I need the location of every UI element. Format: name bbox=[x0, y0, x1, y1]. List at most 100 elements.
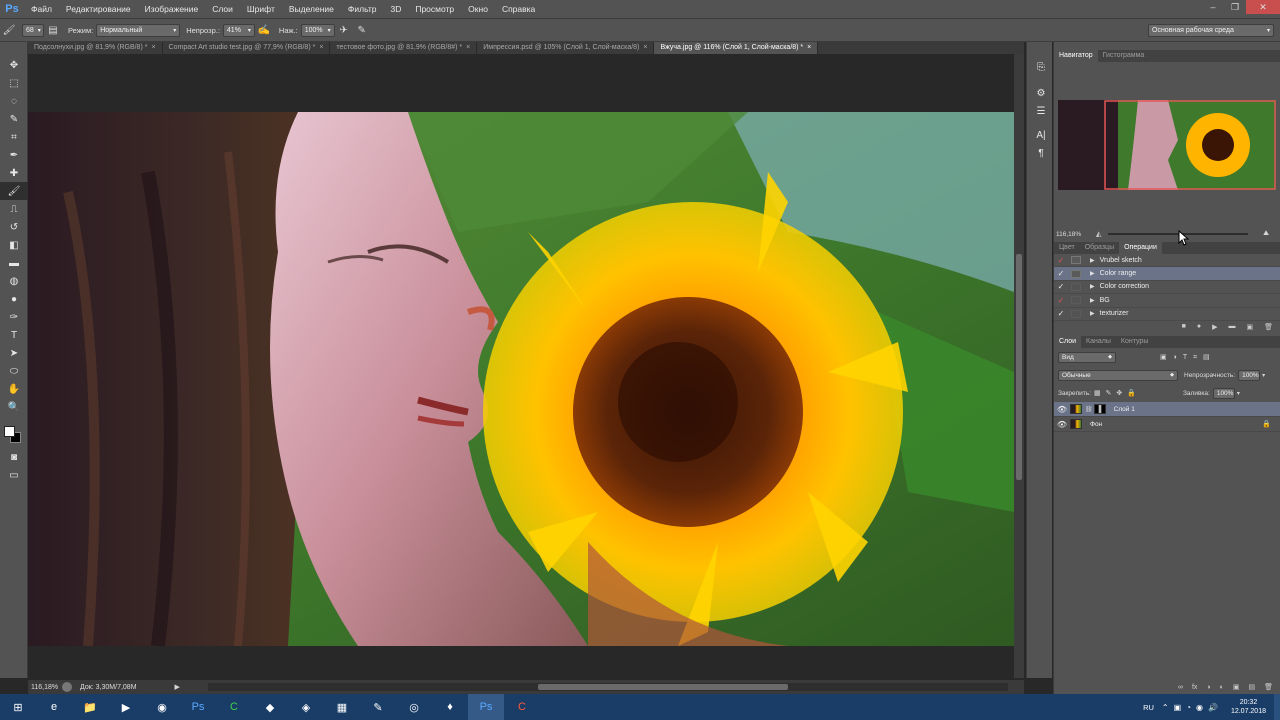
opacity-dropdown-icon[interactable]: ▾ bbox=[1262, 372, 1265, 379]
menu-filter[interactable]: Фильтр bbox=[341, 0, 384, 18]
layer-row[interactable]: 👁 ⛓ Слой 1 bbox=[1054, 402, 1280, 417]
layers-footer-icon[interactable]: ▣ bbox=[1233, 683, 1240, 691]
taskbar-photoshop-icon[interactable]: Ps bbox=[180, 694, 216, 720]
document-tab[interactable]: тестовое фото.jpg @ 81,9% (RGB/8#) * × bbox=[330, 42, 478, 54]
canvas-area[interactable] bbox=[28, 54, 1024, 678]
menu-file[interactable]: Файл bbox=[24, 0, 59, 18]
action-set-row[interactable]: ✓ ▶ Color range bbox=[1054, 267, 1280, 281]
vertical-scrollbar[interactable] bbox=[1014, 54, 1024, 678]
taskbar-media-player-icon[interactable]: ▶ bbox=[108, 694, 144, 720]
tab-paths[interactable]: Контуры bbox=[1116, 336, 1153, 348]
pen-tool-icon[interactable]: ✑ bbox=[0, 308, 28, 326]
expand-triangle-icon[interactable]: ▶ bbox=[1090, 297, 1095, 304]
clock[interactable]: 20:32 12.07.2018 bbox=[1231, 698, 1266, 716]
dodge-tool-icon[interactable]: ● bbox=[0, 290, 28, 308]
brush-size-picker[interactable]: 68 ▾ bbox=[22, 23, 44, 37]
visibility-eye-icon[interactable]: 👁 bbox=[1054, 420, 1070, 429]
zoom-level[interactable]: 116,18% bbox=[28, 684, 62, 691]
layers-footer-icon[interactable]: 🗑 bbox=[1264, 683, 1273, 691]
status-info-icon[interactable] bbox=[62, 682, 72, 692]
dialog-toggle-icon[interactable] bbox=[1071, 282, 1081, 291]
navigator-zoom-value[interactable]: 116,18% bbox=[1056, 231, 1090, 238]
brush-panel-icon[interactable]: ▤ bbox=[44, 21, 62, 39]
actions-footer-icon[interactable]: ▣ bbox=[1246, 323, 1253, 331]
eyedropper-tool-icon[interactable]: ✒ bbox=[0, 146, 28, 164]
mode-select[interactable]: Нормальный ▾ bbox=[96, 23, 181, 37]
dialog-toggle-icon[interactable] bbox=[1071, 269, 1081, 278]
taskbar-app-15-icon[interactable]: C bbox=[504, 694, 540, 720]
blur-tool-icon[interactable]: ◍ bbox=[0, 272, 28, 290]
lasso-tool-icon[interactable]: ◌ bbox=[0, 92, 28, 110]
tab-close-icon[interactable]: × bbox=[643, 44, 647, 51]
action-set-row[interactable]: ✓ ▶ texturizer bbox=[1054, 308, 1280, 321]
dialog-toggle-icon[interactable] bbox=[1071, 256, 1081, 265]
taskbar-chrome-icon[interactable]: ◉ bbox=[144, 694, 180, 720]
layer-filter-icons[interactable]: ▣◑T⌗▤ bbox=[1160, 353, 1216, 362]
menu-select[interactable]: Выделение bbox=[282, 0, 341, 18]
actions-footer-icon[interactable]: 🗑 bbox=[1264, 323, 1273, 331]
screen-mode-icon[interactable]: ▭ bbox=[0, 466, 28, 484]
layer-opacity-field[interactable]: 100% bbox=[1238, 369, 1261, 381]
properties-icon[interactable]: ⚙ bbox=[1027, 84, 1055, 102]
menu-image[interactable]: Изображение bbox=[138, 0, 206, 18]
lock-icons[interactable]: ▦✎✥🔒 bbox=[1094, 389, 1141, 397]
painting-canvas[interactable] bbox=[28, 112, 1014, 646]
taskbar-windows-start-icon[interactable]: ⊞ bbox=[0, 694, 36, 720]
tab-layers[interactable]: Слои bbox=[1054, 336, 1082, 348]
quick-mask-icon[interactable]: ◙ bbox=[0, 448, 28, 466]
zoom-tool-icon[interactable]: 🔍 bbox=[0, 398, 28, 416]
menu-view[interactable]: Просмотр bbox=[408, 0, 461, 18]
layer-filter-select[interactable]: Вид ◆ bbox=[1058, 351, 1116, 363]
language-indicator[interactable]: RU bbox=[1143, 703, 1154, 712]
show-desktop-button[interactable] bbox=[1274, 694, 1280, 720]
taskbar-app-9-icon[interactable]: ◈ bbox=[288, 694, 324, 720]
tab-actions[interactable]: Операции bbox=[1119, 242, 1162, 254]
type-tool-icon[interactable]: T bbox=[0, 326, 28, 344]
document-tab[interactable]: Compact Art studio test.jpg @ 77,9% (RGB… bbox=[163, 42, 331, 54]
menu-3d[interactable]: 3D bbox=[383, 0, 408, 18]
layers-footer-icon[interactable]: fx bbox=[1192, 684, 1197, 691]
crop-tool-icon[interactable]: ⌗ bbox=[0, 128, 28, 146]
menu-type[interactable]: Шрифт bbox=[240, 0, 282, 18]
pressure-field[interactable]: 100% ▾ bbox=[300, 23, 335, 37]
action-toggle-check-icon[interactable]: ✓ bbox=[1054, 269, 1068, 278]
taskbar-photoshop-active-icon[interactable]: Ps bbox=[468, 694, 504, 720]
action-set-row[interactable]: ✓ ▶ BG bbox=[1054, 294, 1280, 308]
minimize-button[interactable]: ‒ bbox=[1202, 0, 1224, 14]
marquee-tool-icon[interactable]: ⬚ bbox=[0, 74, 28, 92]
action-toggle-check-icon[interactable]: ✓ bbox=[1054, 309, 1068, 318]
layers-footer-icon[interactable]: ◑ bbox=[1206, 684, 1210, 691]
pressure-size-icon[interactable]: ✎ bbox=[353, 21, 371, 39]
zoom-in-icon[interactable]: ⛰ bbox=[1263, 230, 1269, 238]
history-brush-tool-icon[interactable]: ↺ bbox=[0, 218, 28, 236]
lock-icon[interactable]: 🔒 bbox=[1262, 420, 1271, 428]
menu-help[interactable]: Справка bbox=[495, 0, 542, 18]
layers-footer-icon[interactable]: ∞ bbox=[1178, 684, 1183, 691]
layer-mask-thumbnail[interactable] bbox=[1093, 404, 1106, 414]
mask-link-icon[interactable]: ⛓ bbox=[1085, 406, 1093, 413]
expand-triangle-icon[interactable]: ▶ bbox=[1090, 270, 1095, 277]
action-set-row[interactable]: ✓ ▶ Color correction bbox=[1054, 281, 1280, 295]
taskbar-app-11-icon[interactable]: ✎ bbox=[360, 694, 396, 720]
layer-thumbnail[interactable] bbox=[1070, 419, 1082, 429]
pressure-opacity-icon[interactable]: ✍ bbox=[255, 21, 273, 39]
taskbar-ie-icon[interactable]: e bbox=[36, 694, 72, 720]
character-icon[interactable]: A| bbox=[1027, 126, 1055, 144]
navigator-preview[interactable] bbox=[1058, 100, 1276, 190]
taskbar-app-12-icon[interactable]: ◎ bbox=[396, 694, 432, 720]
opacity-field[interactable]: 41% ▾ bbox=[222, 23, 255, 37]
fill-field[interactable]: 100% bbox=[1212, 387, 1235, 399]
move-tool-icon[interactable]: ✥ bbox=[0, 56, 28, 74]
tab-close-icon[interactable]: × bbox=[151, 44, 155, 51]
dialog-toggle-icon[interactable] bbox=[1071, 296, 1081, 305]
actions-footer-icon[interactable]: ■ bbox=[1182, 323, 1186, 330]
fill-dropdown-icon[interactable]: ▾ bbox=[1237, 390, 1240, 397]
shape-tool-icon[interactable]: ⬭ bbox=[0, 362, 28, 380]
horizontal-scroll-thumb[interactable] bbox=[538, 684, 788, 690]
toolbar-grip[interactable] bbox=[0, 42, 27, 56]
taskbar-app-8-icon[interactable]: ◆ bbox=[252, 694, 288, 720]
tab-close-icon[interactable]: × bbox=[319, 44, 323, 51]
menu-layers[interactable]: Слои bbox=[205, 0, 240, 18]
gradient-tool-icon[interactable]: ▬ bbox=[0, 254, 28, 272]
tab-navigator[interactable]: Навигатор bbox=[1054, 50, 1098, 62]
